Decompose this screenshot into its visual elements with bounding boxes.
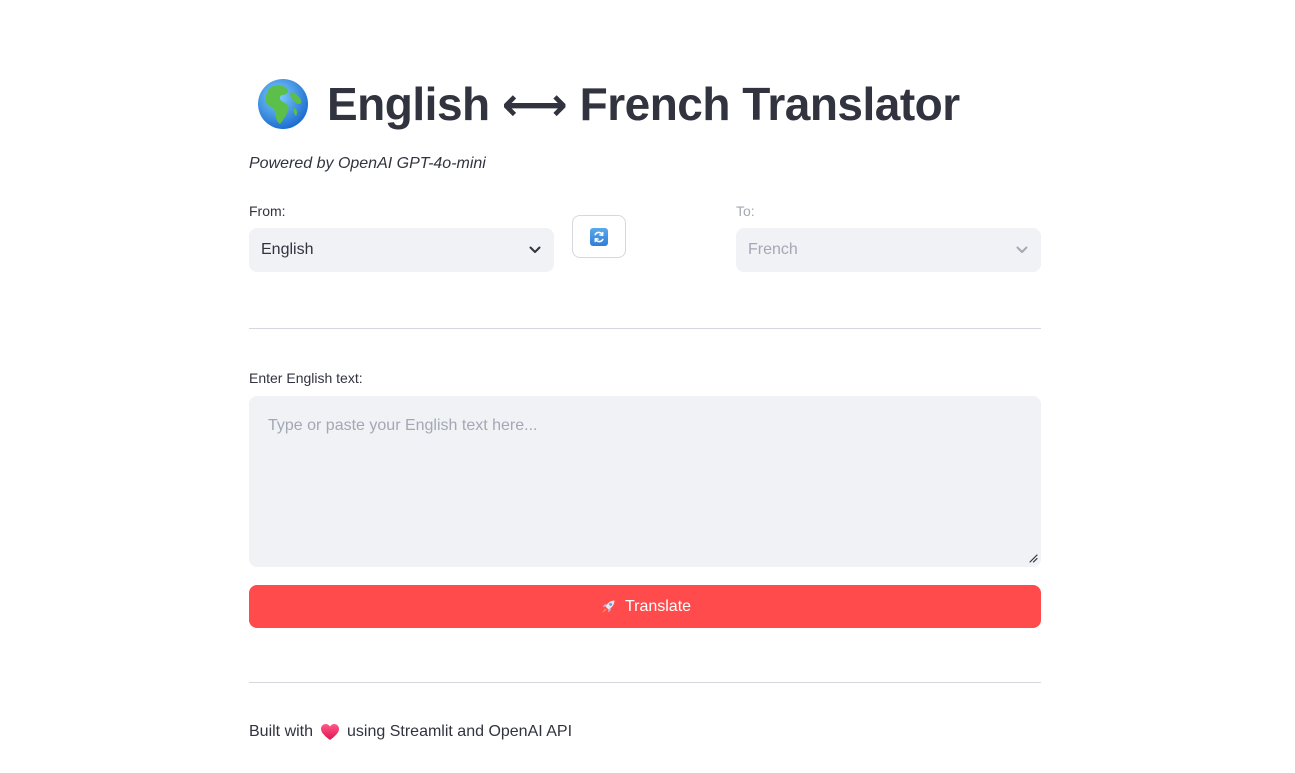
- from-language-value: English: [261, 241, 314, 258]
- to-language-value: French: [748, 241, 798, 258]
- footer-suffix: using Streamlit and OpenAI API: [347, 723, 573, 740]
- divider: [249, 328, 1041, 329]
- chevron-down-icon: [1016, 246, 1028, 253]
- main-container: English ⟷ French Translator Powered by O…: [249, 0, 1041, 773]
- title-row: English ⟷ French Translator: [257, 74, 960, 134]
- subtitle: Powered by OpenAI GPT-4o-mini: [249, 155, 486, 172]
- page-title: English ⟷ French Translator: [327, 78, 960, 130]
- swap-arrows-icon: [590, 227, 608, 246]
- from-language-select[interactable]: English: [249, 228, 554, 272]
- swap-languages-button[interactable]: [572, 215, 626, 258]
- globe-icon: [258, 79, 308, 129]
- input-label: Enter English text:: [249, 370, 363, 386]
- from-label: From:: [249, 203, 286, 219]
- chevron-down-icon: [529, 246, 541, 253]
- footer-prefix: Built with: [249, 723, 314, 740]
- rocket-icon: [601, 600, 615, 613]
- heart-icon: [321, 724, 340, 740]
- to-language-select[interactable]: French: [736, 228, 1041, 272]
- translate-button-label: Translate: [624, 597, 692, 615]
- translate-button[interactable]: Translate: [249, 585, 1041, 628]
- to-label: To:: [736, 203, 755, 219]
- footer: Built with using Streamlit and OpenAI AP…: [249, 721, 572, 743]
- resize-handle-icon[interactable]: [1029, 554, 1038, 563]
- source-text-input[interactable]: [249, 396, 1041, 567]
- divider: [249, 682, 1041, 683]
